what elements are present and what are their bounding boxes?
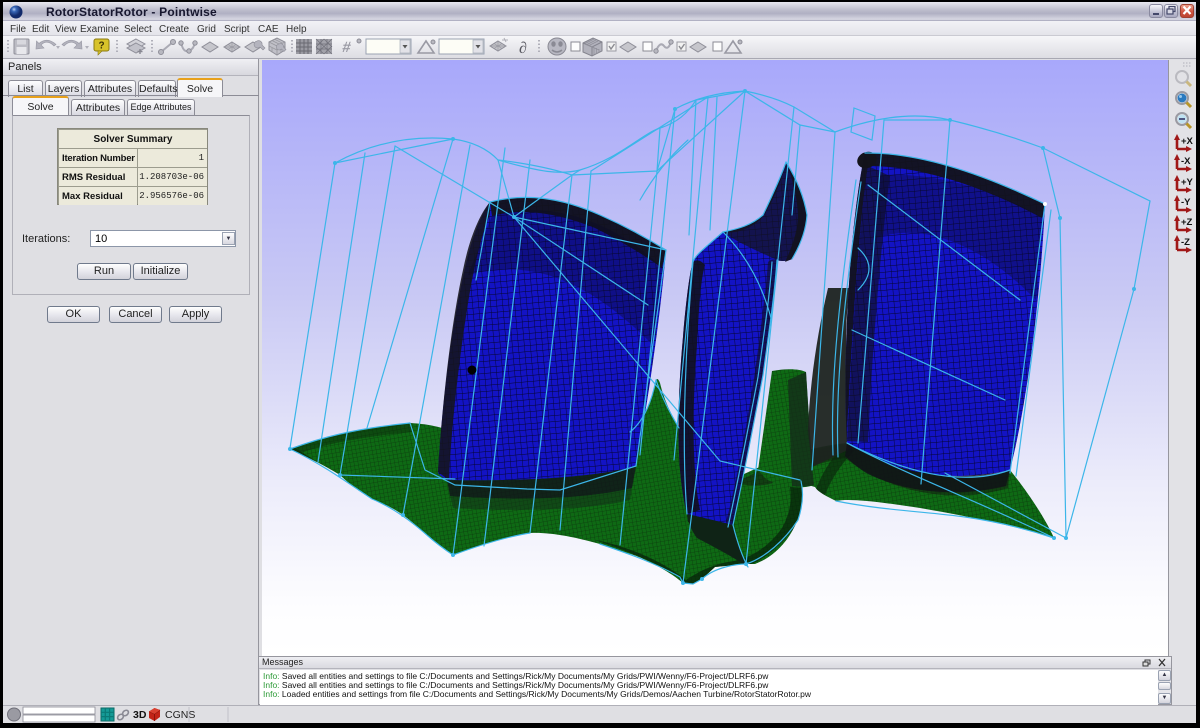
svg-text:+Z: +Z (1181, 217, 1193, 228)
svg-text:-X: -X (1181, 156, 1191, 167)
svg-text:?: ? (98, 41, 104, 52)
svg-text:∂: ∂ (519, 40, 527, 57)
svg-text:3D: 3D (133, 709, 147, 721)
svg-text:#: # (341, 39, 352, 56)
svg-text:-Y: -Y (1181, 197, 1191, 208)
svg-text:-Z: -Z (1181, 237, 1190, 248)
svg-text:+X: +X (1181, 136, 1194, 147)
svg-text:+Y: +Y (1181, 177, 1194, 188)
svg-text:CGNS: CGNS (165, 709, 195, 721)
